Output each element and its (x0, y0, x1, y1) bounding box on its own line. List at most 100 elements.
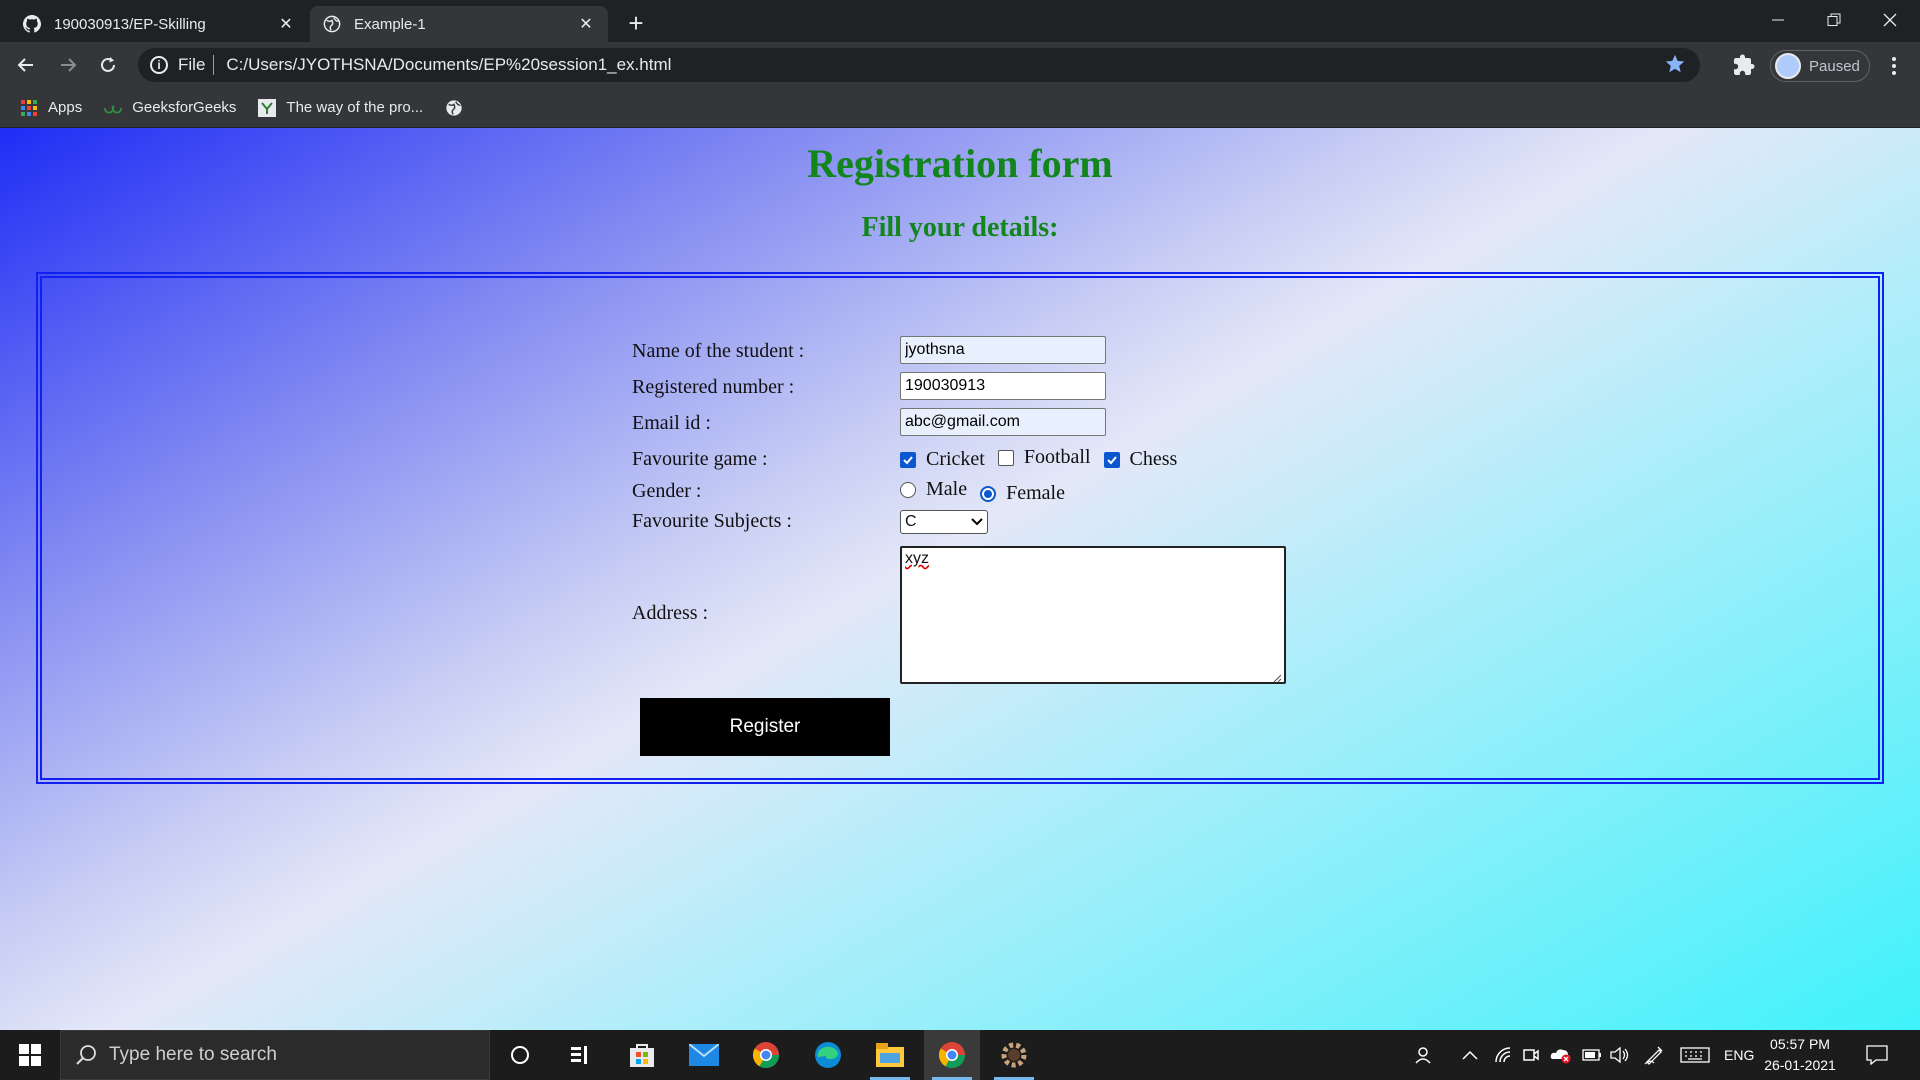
edge-icon[interactable] (800, 1030, 856, 1080)
chrome-active-icon[interactable] (924, 1030, 980, 1080)
game-option-cricket[interactable]: Cricket (900, 448, 985, 471)
gender-options: Male Female (900, 478, 1073, 505)
reload-icon[interactable] (92, 49, 124, 81)
bookmarks-bar: Apps GeeksforGeeks The way of the pro... (0, 88, 1920, 128)
tab-title: Example-1 (354, 15, 426, 33)
address-value: xyz (905, 550, 929, 567)
store-icon[interactable] (614, 1030, 670, 1080)
page-subtitle: Fill your details: (861, 212, 1059, 243)
taskbar-search[interactable]: Type here to search (60, 1030, 490, 1080)
pen-workspace-icon[interactable] (1644, 1030, 1664, 1080)
minimize-icon[interactable] (1750, 0, 1806, 40)
football-checkbox[interactable] (997, 449, 1014, 466)
url-text[interactable]: C:/Users/JYOTHSNA/Documents/EP%20session… (226, 55, 671, 75)
option-label: Female (1006, 482, 1065, 504)
touch-keyboard-icon[interactable] (1680, 1030, 1710, 1080)
wifi-icon[interactable] (1494, 1030, 1514, 1080)
registration-form: Name of the student : Registered number … (36, 272, 1884, 784)
action-center-icon[interactable] (1866, 1030, 1888, 1080)
bookmark-geeksforgeeks[interactable]: GeeksforGeeks (104, 99, 236, 117)
name-label: Name of the student : (632, 340, 805, 362)
forward-arrow-icon[interactable] (52, 49, 84, 81)
task-view-icon[interactable] (552, 1030, 608, 1080)
option-label: Chess (1129, 448, 1178, 470)
mail-icon[interactable] (676, 1030, 732, 1080)
menu-dots-icon[interactable] (1880, 52, 1908, 80)
gender-option-male[interactable]: Male (900, 478, 967, 501)
page-content: Registration form Fill your details: Nam… (0, 128, 1920, 1030)
windows-taskbar: Type here to search ENG 05:57 PM 26-01-2… (0, 1030, 1920, 1080)
resize-grip-icon[interactable] (1272, 670, 1282, 683)
search-placeholder: Type here to search (109, 1044, 277, 1065)
subjects-select[interactable]: C (900, 510, 988, 534)
volume-icon[interactable] (1610, 1030, 1630, 1080)
extensions-puzzle-icon[interactable] (1732, 53, 1760, 81)
language-indicator[interactable]: ENG (1724, 1030, 1754, 1080)
bookmark-label: The way of the pro... (286, 99, 424, 116)
bookmark-globe[interactable] (445, 99, 473, 117)
close-tab-icon[interactable]: ✕ (576, 14, 596, 34)
geeksforgeeks-icon (104, 99, 123, 117)
chevron-up-icon[interactable] (1462, 1030, 1478, 1080)
register-button[interactable]: Register (640, 698, 890, 756)
globe-icon (322, 14, 342, 34)
email-input[interactable] (900, 408, 1106, 436)
game-option-football[interactable]: Football (997, 446, 1091, 469)
clock-time: 05:57 PM (1770, 1036, 1830, 1052)
apps-grid-icon (20, 99, 38, 117)
gender-option-female[interactable]: Female (980, 482, 1065, 505)
bookmark-star-icon[interactable] (1664, 53, 1688, 77)
profile-button[interactable]: Paused (1770, 50, 1870, 82)
chrome-icon[interactable] (738, 1030, 794, 1080)
subjects-label: Favourite Subjects : (632, 510, 792, 532)
tab-title: 190030913/EP-Skilling (54, 15, 206, 33)
tab-strip: 190030913/EP-Skilling ✕ Example-1 ✕ + (0, 0, 1920, 42)
chess-checkbox[interactable] (1103, 451, 1120, 468)
address-bar[interactable]: i File C:/Users/JYOTHSNA/Documents/EP%20… (138, 48, 1700, 82)
regno-label: Registered number : (632, 376, 795, 398)
divider (213, 55, 215, 75)
info-icon[interactable]: i (150, 56, 168, 74)
people-icon[interactable] (1414, 1030, 1436, 1080)
back-arrow-icon[interactable] (10, 49, 42, 81)
option-label: Cricket (926, 448, 985, 470)
option-label: Football (1023, 446, 1091, 468)
game-options: Cricket Football Chess (900, 446, 1185, 472)
bookmark-label: Apps (48, 99, 83, 116)
profile-status: Paused (1809, 57, 1860, 75)
option-label: Male (926, 478, 968, 500)
cortana-icon[interactable] (492, 1030, 548, 1080)
close-tab-icon[interactable]: ✕ (276, 14, 296, 34)
address-textarea[interactable]: xyz (900, 546, 1286, 684)
male-radio[interactable] (900, 481, 916, 498)
female-radio[interactable] (980, 485, 997, 502)
tab-example[interactable]: Example-1 ✕ (310, 6, 608, 42)
scheme-label: File (178, 55, 206, 74)
onedrive-error-icon[interactable] (1550, 1030, 1572, 1080)
close-window-icon[interactable] (1862, 0, 1918, 40)
address-row: Address : xyz (632, 546, 1286, 684)
clock[interactable]: 05:57 PM 26-01-2021 (1762, 1034, 1838, 1076)
restore-icon[interactable] (1806, 0, 1862, 40)
avatar (1775, 53, 1801, 79)
regno-input[interactable] (900, 372, 1106, 400)
globe-icon (445, 99, 463, 117)
bookmark-apps[interactable]: Apps (20, 99, 82, 117)
windows-start-icon[interactable] (0, 1030, 60, 1080)
tab-github[interactable]: 190030913/EP-Skilling ✕ (10, 6, 308, 42)
email-label: Email id : (632, 412, 711, 434)
battery-icon[interactable] (1582, 1030, 1602, 1080)
cricket-checkbox[interactable] (900, 451, 916, 468)
browser-toolbar: i File C:/Users/JYOTHSNA/Documents/EP%20… (0, 42, 1920, 88)
page-title: Registration form (807, 141, 1113, 186)
meet-now-icon[interactable] (1522, 1030, 1540, 1080)
name-input[interactable] (900, 336, 1106, 364)
file-explorer-icon[interactable] (862, 1030, 918, 1080)
new-tab-button[interactable]: + (622, 10, 650, 38)
game-label: Favourite game : (632, 448, 768, 470)
game-option-chess[interactable]: Chess (1103, 448, 1178, 471)
bookmark-label: GeeksforGeeks (132, 99, 237, 116)
bookmark-the-way-of-the-pro[interactable]: The way of the pro... (258, 98, 424, 117)
settings-gear-icon[interactable] (986, 1030, 1042, 1080)
gender-label: Gender : (632, 480, 702, 502)
